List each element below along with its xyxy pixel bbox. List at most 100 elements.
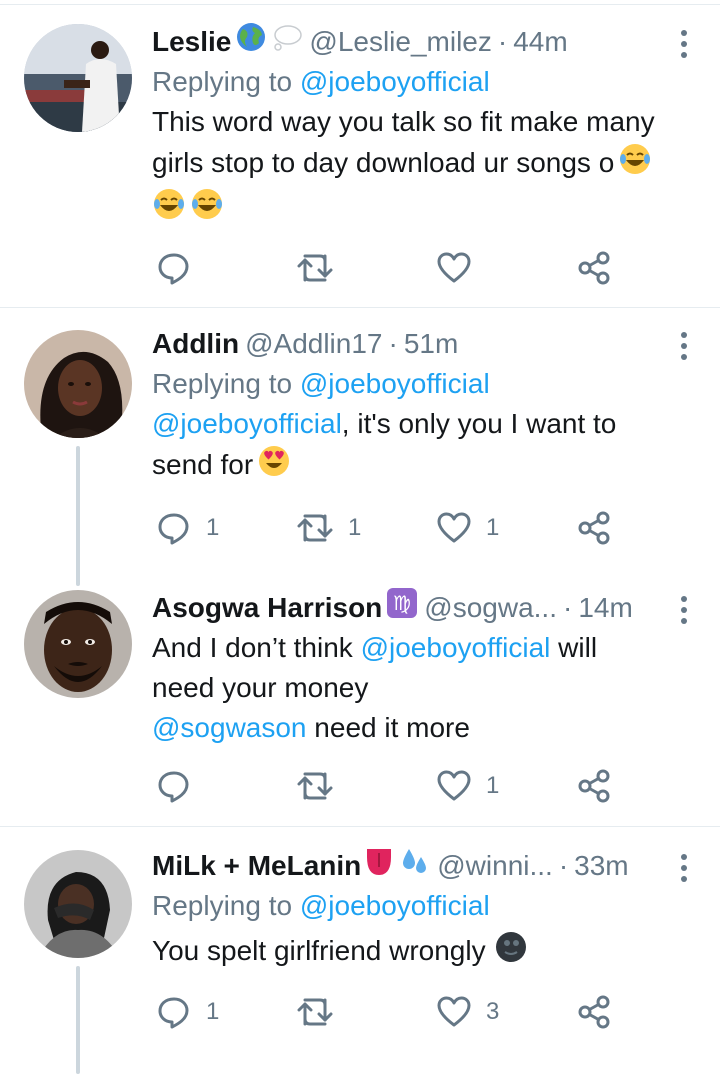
tweet-header: Asogwa Harrison ♍ @sogwa... · 14m (152, 587, 696, 630)
more-icon[interactable] (672, 26, 696, 62)
text-line: send for (152, 444, 696, 489)
heart-icon (436, 510, 472, 546)
tweet-header: Addlin @Addlin17 · 51m (152, 324, 696, 364)
replying-to-link[interactable]: @joeboyofficial (300, 66, 490, 97)
tweet-text: You spelt girlfriend wrongly (152, 930, 696, 975)
text-line: @joeboyofficial, it's only you I want to (152, 404, 696, 444)
share-button[interactable] (576, 766, 612, 806)
tweet-text: And I don’t think @joeboyofficial will n… (152, 628, 696, 748)
retweet-icon (296, 994, 334, 1030)
reply-button[interactable]: 1 (156, 508, 219, 548)
replying-prefix: Replying to (152, 368, 300, 399)
text-span: girls stop to day download ur songs o (152, 146, 615, 178)
tweet-header: Leslie @Leslie_milez · 44m (152, 22, 696, 62)
user-handle[interactable]: @Leslie_milez (309, 22, 492, 62)
mention-link[interactable]: @joeboyofficial (152, 408, 342, 439)
reply-icon (156, 994, 192, 1030)
share-button[interactable] (576, 248, 612, 288)
user-handle[interactable]: @Addlin17 (245, 324, 382, 364)
heart-icon (436, 994, 472, 1030)
separator-dot: · (558, 850, 569, 881)
text-span: You spelt girlfriend wrongly (152, 934, 486, 966)
retweet-button[interactable] (296, 766, 348, 806)
like-button[interactable]: 3 (436, 992, 499, 1032)
tweet-actions (152, 248, 622, 288)
like-button[interactable]: 1 (436, 508, 499, 548)
like-button[interactable] (436, 248, 486, 288)
replying-to-link[interactable]: @joeboyofficial (300, 890, 490, 921)
replying-prefix: Replying to (152, 66, 300, 97)
more-icon[interactable] (672, 328, 696, 364)
timestamp[interactable]: 33m (574, 846, 628, 886)
more-icon[interactable] (672, 850, 696, 886)
divider (0, 307, 720, 308)
timestamp[interactable]: 51m (404, 324, 458, 364)
retweet-button[interactable]: 1 (296, 508, 361, 548)
more-icon[interactable] (672, 592, 696, 628)
text-span: will (550, 632, 598, 663)
reply-icon (156, 768, 192, 804)
laughing-emoji (152, 187, 186, 232)
retweet-button[interactable] (296, 992, 348, 1032)
retweet-icon (296, 510, 334, 546)
share-icon (576, 250, 612, 286)
like-count: 1 (486, 514, 500, 541)
replying-to: Replying to @joeboyofficial (152, 364, 696, 404)
text-line: And I don’t think @joeboyofficial will (152, 628, 696, 668)
avatar[interactable] (24, 850, 132, 958)
tweet-text: @joeboyofficial, it's only you I want to… (152, 404, 696, 489)
avatar[interactable] (24, 330, 132, 438)
avatar[interactable] (24, 24, 132, 132)
reply-button[interactable] (156, 766, 206, 806)
tweet-actions: 1 (152, 766, 622, 806)
reply-icon (156, 250, 192, 286)
separator-dot: · (562, 592, 573, 623)
retweet-icon (296, 768, 334, 804)
replying-to-link[interactable]: @joeboyofficial (300, 368, 490, 399)
tweet-actions: 1 1 1 (152, 508, 622, 548)
share-icon (576, 994, 612, 1030)
user-handle[interactable]: @sogwa... (424, 588, 557, 628)
reply-icon (156, 510, 192, 546)
display-name[interactable]: Addlin (152, 324, 239, 364)
share-icon (576, 510, 612, 546)
reply-count: 1 (206, 998, 220, 1025)
divider (0, 4, 720, 5)
display-name[interactable]: Asogwa Harrison (152, 588, 382, 628)
user-handle[interactable]: @winni... (437, 846, 553, 886)
share-button[interactable] (576, 508, 612, 548)
sweat-droplets-emoji (399, 845, 431, 888)
retweet-button[interactable] (296, 248, 348, 288)
tweet-header: MiLk + MeLanin @winni... · 33m (152, 846, 696, 886)
heart-eyes-emoji (257, 444, 291, 489)
retweet-count: 1 (348, 514, 362, 541)
timestamp[interactable]: 14m (578, 588, 632, 628)
mention-link[interactable]: @sogwason (152, 712, 307, 743)
thread-line (76, 446, 80, 586)
display-name[interactable]: MiLk + MeLanin (152, 846, 361, 886)
share-button[interactable] (576, 992, 612, 1032)
avatar[interactable] (24, 590, 132, 698)
virgo-emoji: ♍ (386, 587, 418, 630)
laughing-emoji (190, 187, 224, 232)
text-line: This word way you talk so fit make many (152, 106, 655, 137)
laughing-emoji (618, 142, 652, 187)
globe-emoji (235, 21, 267, 64)
display-name[interactable]: Leslie (152, 22, 231, 62)
like-count: 1 (486, 772, 500, 799)
heart-icon (436, 768, 472, 804)
tweet-feed: Leslie @Leslie_milez · 44m Replying to @… (0, 0, 720, 1074)
retweet-icon (296, 250, 334, 286)
text-span: send for (152, 448, 254, 480)
text-line: girls stop to day download ur songs o (152, 142, 696, 187)
text-line: @sogwason need it more (152, 708, 696, 748)
reply-button[interactable] (156, 248, 206, 288)
like-button[interactable]: 1 (436, 766, 499, 806)
text-span: And I don’t think (152, 632, 361, 663)
reply-button[interactable]: 1 (156, 992, 219, 1032)
timestamp[interactable]: 44m (513, 22, 567, 62)
replying-to: Replying to @joeboyofficial (152, 886, 696, 926)
like-count: 3 (486, 998, 500, 1025)
mention-link[interactable]: @joeboyofficial (361, 632, 551, 663)
new-moon-face-emoji (494, 930, 528, 975)
